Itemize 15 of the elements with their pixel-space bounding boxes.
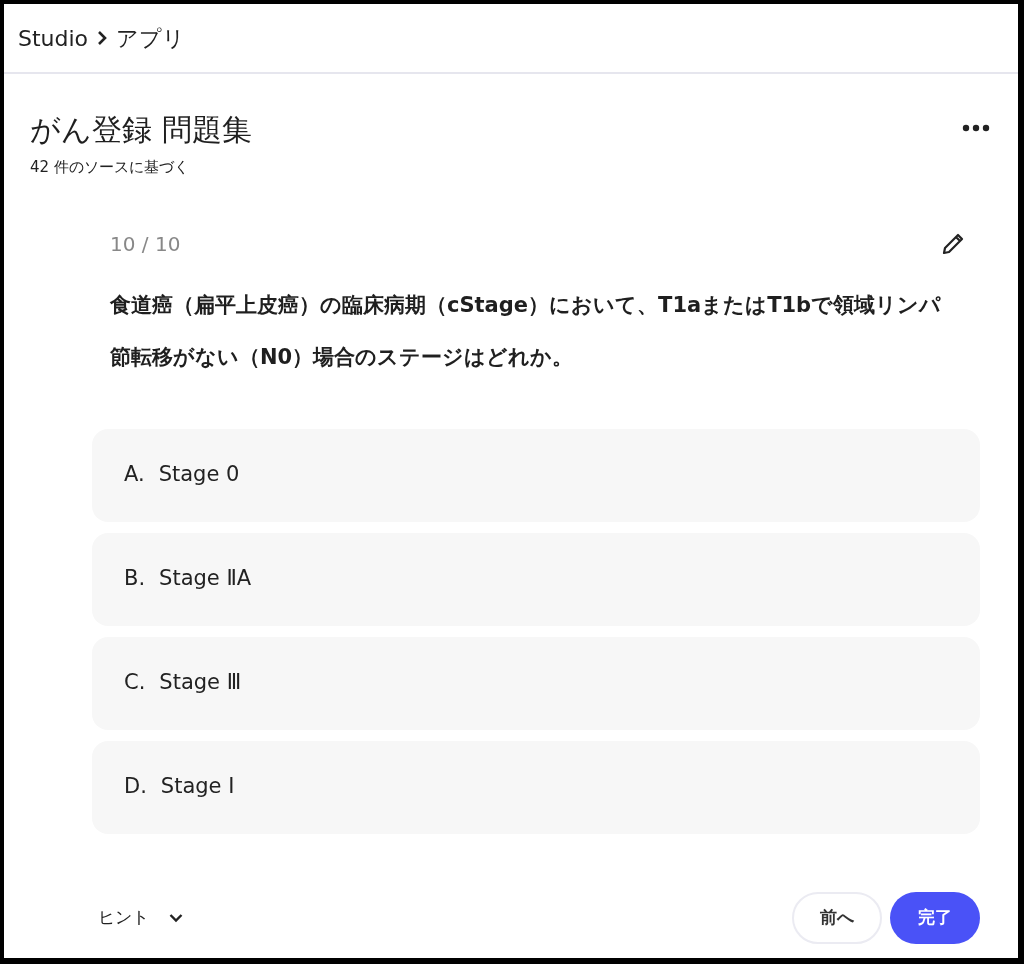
source-count: 42 件のソースに基づく xyxy=(30,157,190,178)
answer-option[interactable]: B. Stage ⅡA xyxy=(92,532,980,626)
breadcrumb-item[interactable]: アプリ xyxy=(116,21,186,55)
breadcrumb-item[interactable]: Studio xyxy=(18,21,89,55)
answer-option[interactable]: D. Stage Ⅰ xyxy=(92,740,980,834)
question-counter: 10 / 10 xyxy=(110,230,181,258)
chevron-down-icon xyxy=(169,913,183,923)
done-button[interactable]: 完了 xyxy=(890,892,980,944)
hint-toggle[interactable]: ヒント xyxy=(92,904,189,932)
page-title: がん登録 問題集 xyxy=(30,112,252,148)
answer-option[interactable]: A. Stage 0 xyxy=(92,428,980,522)
answer-option[interactable]: C. Stage Ⅲ xyxy=(92,636,980,730)
question-text: 食道癌（扁平上皮癌）の臨床病期（cStage）において、T1aまたはT1bで領域リンパ節転移がない（N0）場合のステージはどれか。 xyxy=(109,291,943,371)
previous-button[interactable]: 前へ xyxy=(792,892,882,944)
chevron-right-icon xyxy=(96,30,109,46)
